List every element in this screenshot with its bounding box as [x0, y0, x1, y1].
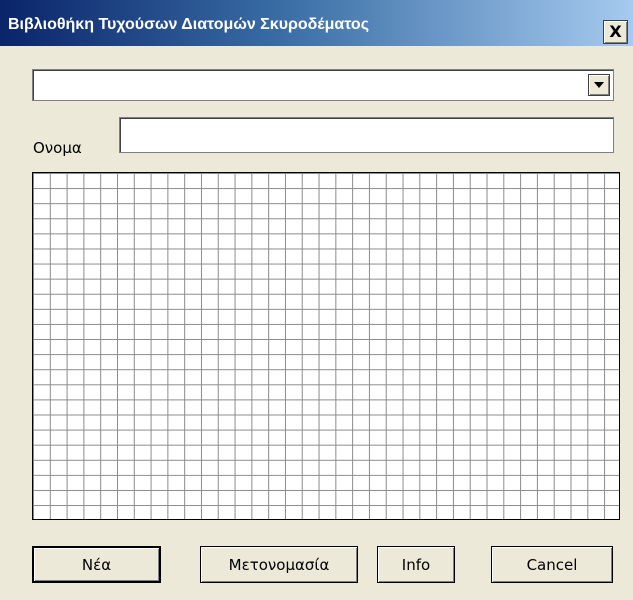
window-title: Βιβλιοθήκη Τυχούσων Διατομών Σκυροδέματο… — [8, 16, 370, 33]
section-dropdown[interactable] — [32, 69, 614, 101]
name-label: Ονομα — [33, 139, 82, 157]
dropdown-arrow-button[interactable] — [588, 74, 610, 96]
title-bar[interactable]: Βιβλιοθήκη Τυχούσων Διατομών Σκυροδέματο… — [0, 0, 633, 46]
new-button[interactable]: Νέα — [32, 546, 161, 583]
info-button[interactable]: Info — [377, 546, 455, 583]
section-drawing-grid[interactable] — [32, 172, 620, 520]
close-button[interactable]: X — [603, 20, 628, 44]
rename-button[interactable]: Μετονομασία — [200, 546, 358, 583]
cancel-button[interactable]: Cancel — [491, 546, 613, 583]
close-icon: X — [609, 22, 622, 41]
chevron-down-icon — [594, 82, 604, 88]
dialog-window: Βιβλιοθήκη Τυχούσων Διατομών Σκυροδέματο… — [0, 0, 633, 600]
name-input[interactable] — [119, 117, 614, 153]
